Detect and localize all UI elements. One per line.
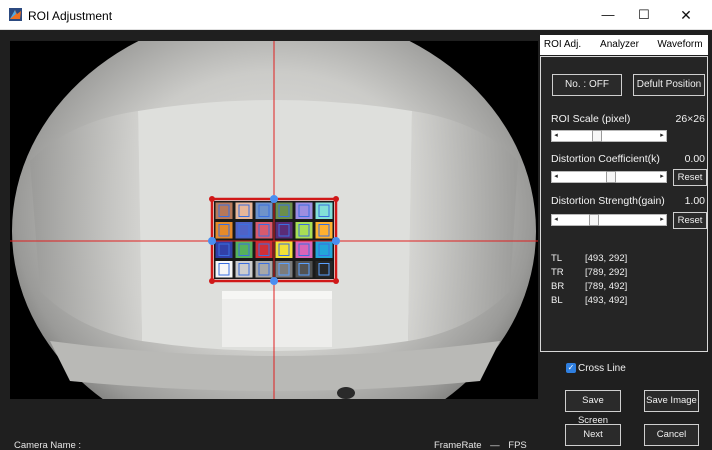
- reset-strength-button[interactable]: Reset: [673, 212, 707, 229]
- cancel-button[interactable]: Cancel: [644, 424, 699, 446]
- framerate-label: FrameRate: [434, 440, 482, 450]
- corner-tl-label: TL: [551, 253, 563, 264]
- camera-name-status: Camera Name :: [14, 440, 82, 450]
- save-screen-button[interactable]: Save Screen: [565, 390, 621, 426]
- slider-thumb[interactable]: [605, 171, 616, 183]
- corner-br-label: BR: [551, 281, 565, 292]
- arrow-left-icon[interactable]: ◂: [552, 215, 560, 225]
- roi-corner-handle-tl[interactable]: [209, 196, 215, 202]
- camera-viewer[interactable]: [10, 41, 538, 399]
- matlab-icon: [9, 8, 22, 21]
- distortion-strength-slider[interactable]: ◂ ▸: [551, 214, 667, 226]
- corner-tr-value: [789, 292]: [585, 267, 628, 278]
- roi-corner-handle-bl[interactable]: [209, 278, 215, 284]
- slider-thumb[interactable]: [589, 214, 600, 226]
- tab-waveform[interactable]: Waveform: [652, 35, 708, 55]
- roi-edge-handle-bottom[interactable]: [270, 277, 278, 285]
- window-title: ROI Adjustment: [28, 9, 113, 23]
- roi-scale-value: 26×26: [675, 113, 706, 125]
- corner-bl-label: BL: [551, 295, 563, 306]
- arrow-left-icon[interactable]: ◂: [552, 131, 560, 141]
- distortion-strength-label: Distortion Strength(gain): [551, 195, 665, 207]
- number-toggle-button[interactable]: No. : OFF: [552, 74, 622, 96]
- corner-br-value: [789, 492]: [585, 281, 628, 292]
- minimize-button[interactable]: —: [590, 0, 626, 30]
- close-button[interactable]: ✕: [668, 0, 704, 30]
- cross-line-checkbox[interactable]: ✓: [566, 363, 576, 373]
- roi-panel: No. : OFF Defult Position ROI Scale (pix…: [540, 56, 708, 352]
- roi-edge-handle-right[interactable]: [332, 237, 340, 245]
- roi-scale-label: ROI Scale (pixel): [551, 113, 631, 125]
- default-position-button[interactable]: Defult Position: [633, 74, 705, 96]
- fps-label: FPS: [508, 440, 527, 450]
- next-button[interactable]: Next: [565, 424, 621, 446]
- save-image-button[interactable]: Save Image: [644, 390, 699, 412]
- distortion-coefficient-slider[interactable]: ◂ ▸: [551, 171, 667, 183]
- roi-corner-handle-br[interactable]: [333, 278, 339, 284]
- arrow-right-icon[interactable]: ▸: [658, 131, 666, 141]
- tab-analyzer[interactable]: Analyzer: [592, 35, 647, 55]
- camera-image: [10, 41, 538, 399]
- roi-edge-handle-top[interactable]: [270, 195, 278, 203]
- roi-scale-slider[interactable]: ◂ ▸: [551, 130, 667, 142]
- roi-edge-handle-left[interactable]: [208, 237, 216, 245]
- reset-coefficient-button[interactable]: Reset: [673, 169, 707, 186]
- distortion-coefficient-label: Distortion Coefficient(k): [551, 153, 660, 165]
- maximize-button[interactable]: ☐: [626, 0, 662, 30]
- slider-thumb[interactable]: [591, 130, 602, 142]
- tab-roi-adj[interactable]: ROI Adj.: [540, 35, 585, 55]
- roi-corner-handle-tr[interactable]: [333, 196, 339, 202]
- arrow-right-icon[interactable]: ▸: [658, 215, 666, 225]
- framerate-status: FrameRate — FPS: [434, 440, 527, 450]
- title-bar: ROI Adjustment — ☐ ✕: [0, 0, 712, 30]
- corner-bl-value: [493, 492]: [585, 295, 628, 306]
- framerate-value: —: [490, 440, 500, 450]
- arrow-right-icon[interactable]: ▸: [658, 172, 666, 182]
- distortion-coefficient-value: 0.00: [684, 153, 705, 165]
- distortion-strength-value: 1.00: [684, 195, 705, 207]
- arrow-left-icon[interactable]: ◂: [552, 172, 560, 182]
- corner-tr-label: TR: [551, 267, 564, 278]
- tab-bar: ROI Adj. Analyzer Waveform: [540, 35, 708, 55]
- cross-line-label[interactable]: Cross Line: [578, 363, 626, 374]
- corner-tl-value: [493, 292]: [585, 253, 628, 264]
